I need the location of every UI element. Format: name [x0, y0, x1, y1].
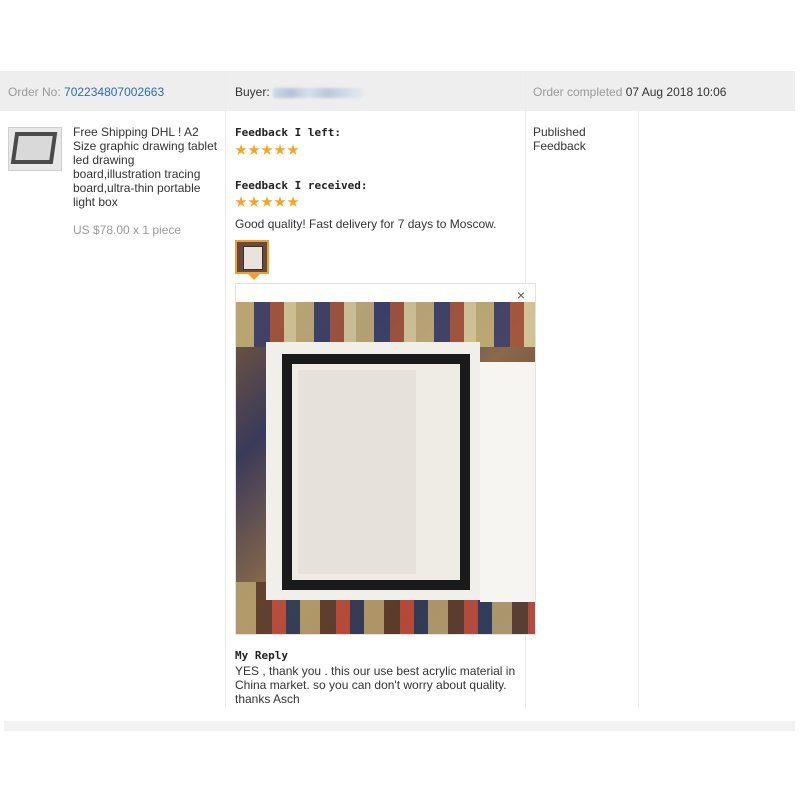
star-icon [248, 144, 260, 155]
order-number-link[interactable]: 702234807002663 [64, 85, 164, 99]
star-icon [235, 196, 247, 207]
buyer-group: Buyer: [235, 85, 364, 99]
star-icon [274, 144, 286, 155]
feedback-left-label: Feedback I left: [235, 126, 341, 139]
reply-title: My Reply [235, 649, 288, 662]
footer-divider [4, 721, 795, 731]
feedback-status: Published Feedback [533, 125, 586, 153]
feedback-received-stars [235, 196, 299, 210]
column-divider [638, 111, 639, 709]
feedback-received-label: Feedback I received: [235, 179, 368, 192]
column-divider [225, 71, 226, 709]
product-price: US $78.00 x 1 piece [73, 223, 182, 237]
star-icon [235, 144, 247, 155]
buyer-label: Buyer: [235, 85, 270, 99]
star-icon [261, 196, 273, 207]
order-number-group: Order No: 702234807002663 [8, 85, 164, 99]
feedback-left-stars [235, 144, 299, 158]
product-thumbnail[interactable] [8, 127, 62, 171]
review-photo [236, 302, 535, 634]
review-photo-popup: × [235, 283, 536, 635]
order-number-label: Order No: [8, 85, 61, 99]
order-completed-date: 07 Aug 2018 10:06 [625, 85, 727, 99]
star-icon [261, 144, 273, 155]
buyer-name-blurred [273, 87, 364, 98]
close-icon[interactable]: × [517, 287, 525, 303]
order-completed-group: Order completed 07 Aug 2018 10:06 [533, 85, 726, 99]
order-completed-label: Order completed [533, 85, 623, 99]
review-photo-thumbnail[interactable] [235, 240, 269, 274]
reply-text: YES , thank you . this our use best acry… [235, 664, 516, 706]
review-text: Good quality! Fast delivery for 7 days t… [235, 217, 497, 231]
tablet-thumbnail-icon [10, 132, 58, 164]
star-icon [287, 144, 299, 155]
thumbnail-pointer-icon [248, 274, 260, 280]
star-icon [248, 196, 260, 207]
product-title-link[interactable]: Free Shipping DHL ! A2 Size graphic draw… [73, 125, 223, 209]
star-icon [287, 196, 299, 207]
star-icon [274, 196, 286, 207]
order-header: Order No: 702234807002663 Buyer: Order c… [0, 71, 795, 111]
